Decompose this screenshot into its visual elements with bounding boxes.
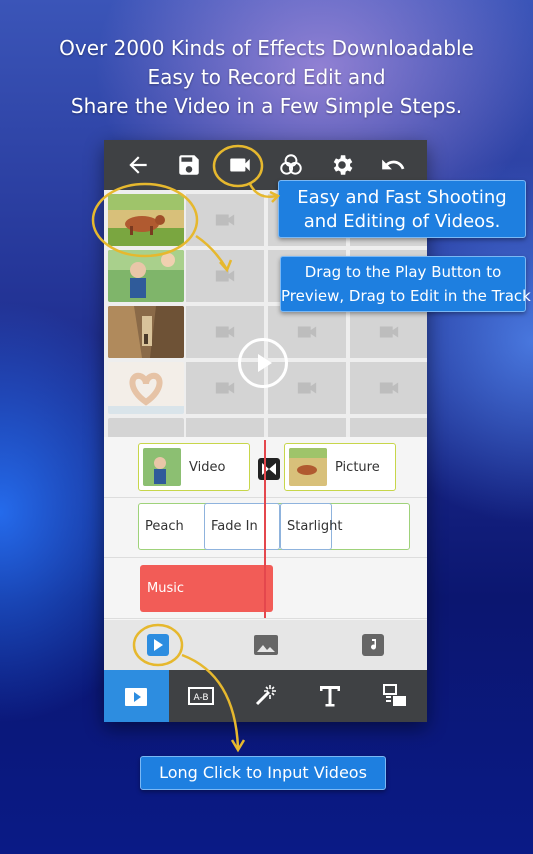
effect-clip-fade-in[interactable]: Fade In xyxy=(204,503,280,550)
video-placeholder-icon xyxy=(379,382,399,394)
video-placeholder-icon xyxy=(215,326,235,338)
thumbnail-child[interactable] xyxy=(108,250,184,302)
callout-drag-line-1: Drag to the Play Button to xyxy=(304,263,502,281)
transition-button[interactable] xyxy=(258,458,280,480)
tab-media[interactable] xyxy=(104,670,169,722)
video-clip-label: Video xyxy=(189,459,226,475)
video-placeholder-icon xyxy=(215,270,235,282)
effect-label: Fade In xyxy=(211,519,258,534)
track-divider xyxy=(104,618,427,619)
tab-transition[interactable]: A-B xyxy=(169,670,234,722)
grid-cell[interactable] xyxy=(268,418,346,437)
grid-cell[interactable] xyxy=(186,418,264,437)
play-icon xyxy=(258,354,272,372)
thumbnail-hands[interactable] xyxy=(108,362,184,414)
video-placeholder-icon xyxy=(215,214,235,226)
tab-text[interactable] xyxy=(298,670,363,722)
magic-wand-icon xyxy=(256,685,277,706)
save-button[interactable] xyxy=(163,140,214,190)
tab-effects[interactable] xyxy=(233,670,298,722)
add-video-button[interactable] xyxy=(104,620,212,670)
arrow-head xyxy=(230,739,246,753)
back-arrow-icon xyxy=(128,156,147,174)
media-play-icon xyxy=(125,688,148,706)
effect-clip-starlight[interactable]: Starlight xyxy=(280,503,342,550)
camera-icon xyxy=(229,158,250,172)
grid-cell[interactable] xyxy=(350,418,427,437)
callout-shooting: Easy and Fast Shooting and Editing of Vi… xyxy=(278,180,526,238)
picture-icon xyxy=(253,635,278,655)
headline-line-2: Easy to Record Edit and xyxy=(147,65,386,89)
grid-cell[interactable] xyxy=(186,194,264,246)
color-filter-icon xyxy=(279,154,302,175)
picture-clip[interactable]: Picture xyxy=(284,443,396,491)
media-type-bar xyxy=(104,620,427,670)
grid-cell[interactable] xyxy=(350,306,427,358)
video-clip-thumbnail xyxy=(143,448,181,486)
music-note-icon xyxy=(362,634,385,656)
overlay-icon xyxy=(382,684,406,706)
ab-transition-icon: A-B xyxy=(187,687,214,705)
video-clip[interactable]: Video xyxy=(138,443,250,491)
music-clip-label: Music xyxy=(147,581,184,596)
gear-icon xyxy=(333,155,352,175)
heart-hands-image xyxy=(108,362,184,414)
video-placeholder-icon xyxy=(215,382,235,394)
video-placeholder-icon xyxy=(297,326,317,338)
video-placeholder-icon xyxy=(297,382,317,394)
add-picture-button[interactable] xyxy=(212,620,320,670)
effect-label: Peach xyxy=(145,519,184,534)
callout-shooting-line-2: and Editing of Videos. xyxy=(303,211,501,232)
callout-shooting-line-1: Easy and Fast Shooting xyxy=(297,187,507,208)
text-icon xyxy=(320,686,341,707)
add-music-button[interactable] xyxy=(319,620,427,670)
save-icon xyxy=(178,155,199,175)
bottom-tab-bar: A-B xyxy=(104,670,427,722)
cow-field-image xyxy=(108,194,184,246)
svg-text:A-B: A-B xyxy=(193,693,208,703)
preview-play-button[interactable] xyxy=(238,338,288,388)
callout-drag: Drag to the Play Button to Preview, Drag… xyxy=(280,256,531,312)
alley-photo-image xyxy=(108,306,184,358)
picture-clip-thumbnail xyxy=(289,448,327,486)
headline: Over 2000 Kinds of Effects Downloadable … xyxy=(0,34,533,121)
music-clip[interactable]: Music xyxy=(140,565,273,612)
back-button[interactable] xyxy=(112,140,163,190)
headline-line-3: Share the Video in a Few Simple Steps. xyxy=(70,94,463,118)
thumbnail-partial[interactable] xyxy=(108,418,184,437)
grid-cell[interactable] xyxy=(186,250,264,302)
tab-overlay[interactable] xyxy=(362,670,427,722)
child-photo-image xyxy=(108,250,184,302)
headline-line-1: Over 2000 Kinds of Effects Downloadable xyxy=(59,36,474,60)
callout-drag-line-2: Preview, Drag to Edit in the Track xyxy=(281,287,531,305)
camera-button[interactable] xyxy=(214,140,265,190)
picture-clip-label: Picture xyxy=(335,459,380,475)
undo-icon xyxy=(381,159,404,170)
thumbnail-alley[interactable] xyxy=(108,306,184,358)
effect-label: Starlight xyxy=(287,519,343,534)
video-placeholder-icon xyxy=(379,326,399,338)
callout-long-click: Long Click to Input Videos xyxy=(140,756,386,790)
video-add-icon xyxy=(146,634,169,656)
callout-long-click-text: Long Click to Input Videos xyxy=(159,763,367,782)
playhead[interactable] xyxy=(264,440,266,618)
thumbnail-cow[interactable] xyxy=(108,194,184,246)
grid-cell[interactable] xyxy=(350,362,427,414)
